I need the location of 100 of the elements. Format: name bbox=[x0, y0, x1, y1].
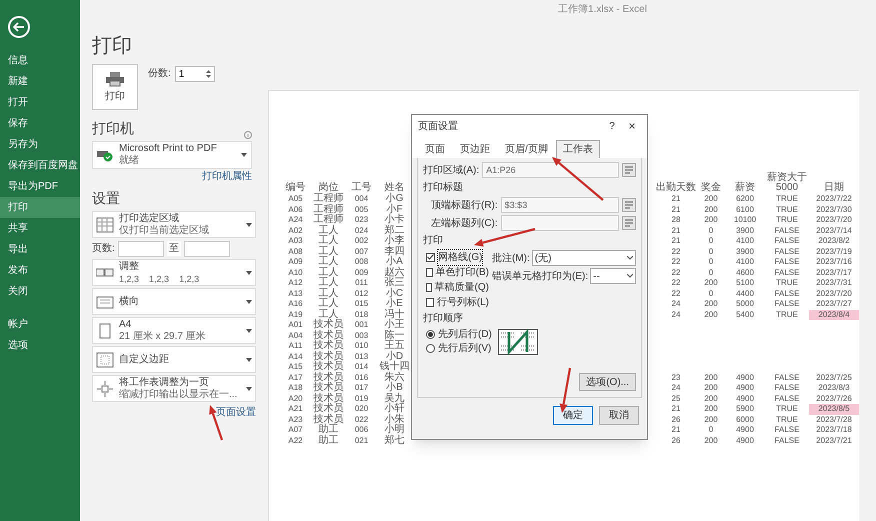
table-cell-text: A11 bbox=[288, 341, 304, 352]
table-cell-text: A14 bbox=[287, 352, 304, 362]
sidebar-item[interactable]: 另存为 bbox=[0, 134, 80, 155]
caret-icon bbox=[246, 270, 252, 274]
margins-icon bbox=[96, 352, 114, 368]
table-cell-text: FALSE bbox=[774, 394, 800, 404]
checkbox[interactable] bbox=[426, 268, 433, 276]
field-label: 顶端标题行(R): bbox=[431, 198, 498, 212]
table-cell-text: 2023/7/25 bbox=[815, 372, 853, 383]
table-cell-text: 小F bbox=[386, 204, 403, 214]
sidebar-item[interactable]: 保存到百度网盘 bbox=[0, 155, 80, 176]
radio-button[interactable] bbox=[426, 330, 435, 339]
table-icon bbox=[96, 216, 114, 232]
select-field[interactable]: -- bbox=[590, 268, 636, 284]
checkbox[interactable] bbox=[426, 282, 432, 292]
option-title: A4 bbox=[119, 318, 132, 330]
table-cell-text: 0 bbox=[708, 425, 714, 436]
settings-dropdown[interactable]: 调整 1,2,3 1,2,3 1,2,3 bbox=[92, 259, 256, 286]
range-field[interactable] bbox=[500, 215, 619, 231]
select-field[interactable]: (无) bbox=[532, 250, 636, 266]
printer-properties-link[interactable]: 打印机属性 bbox=[202, 169, 252, 184]
table-cell-text: 小G bbox=[384, 194, 404, 204]
sidebar-item[interactable]: 打开 bbox=[0, 92, 80, 113]
table-cell-text: 10100 bbox=[732, 215, 758, 226]
settings-dropdown[interactable]: 横向 bbox=[92, 288, 256, 315]
tab[interactable]: 页边距 bbox=[453, 140, 497, 158]
table-cell-text: 22 bbox=[670, 268, 682, 278]
sidebar-item[interactable]: 发布 bbox=[0, 260, 80, 281]
settings-dropdown[interactable]: A4 21 厘米 x 29.7 厘米 bbox=[92, 317, 256, 344]
table-cell-text: 小D bbox=[386, 352, 404, 362]
group-heading: 打印标题 bbox=[423, 180, 463, 195]
chevron-icon bbox=[627, 274, 633, 278]
field-label: 至 bbox=[166, 241, 181, 256]
tab[interactable]: 工作表 bbox=[556, 140, 600, 158]
table-cell-text: 小E bbox=[385, 299, 403, 309]
cancel-button[interactable]: 取消 bbox=[599, 406, 639, 425]
back-button[interactable] bbox=[8, 16, 30, 38]
tab[interactable]: 页面 bbox=[418, 140, 452, 158]
table-cell-text: 王五 bbox=[384, 341, 406, 351]
tab[interactable]: 页眉/页脚 bbox=[498, 140, 555, 158]
help-button[interactable]: ? bbox=[603, 118, 621, 134]
printer-dropdown[interactable]: Microsoft Print to PDF 就绪 bbox=[92, 141, 252, 169]
settings-dropdown[interactable]: 打印选定区域 仅打印当前选定区域 bbox=[92, 211, 256, 238]
table-cell-text: 4900 bbox=[735, 383, 755, 394]
printer-ready-icon bbox=[97, 148, 113, 162]
table-cell-text: TRUE bbox=[775, 414, 799, 425]
option-subtitle: 1,2,3 bbox=[179, 272, 200, 284]
table-cell-text: 4900 bbox=[735, 425, 755, 436]
section-heading: 打印机 bbox=[92, 119, 134, 138]
sidebar-item[interactable]: 保存 bbox=[0, 113, 80, 134]
table-cell-text: 2023/7/31 bbox=[815, 278, 853, 288]
close-button[interactable]: × bbox=[623, 117, 641, 135]
sidebar-item[interactable]: 关闭 bbox=[0, 281, 80, 302]
settings-dropdown[interactable]: 将工作表调整为一页 缩减打印输出以显示在一... bbox=[92, 375, 256, 402]
sidebar-item[interactable]: 导出 bbox=[0, 239, 80, 260]
range-field[interactable]: $3:$3 bbox=[500, 197, 619, 213]
copies-field[interactable]: 1 bbox=[174, 66, 215, 82]
table-cell-text: 21 bbox=[670, 194, 682, 204]
page-from-field[interactable] bbox=[118, 240, 164, 256]
sidebar-item[interactable]: 选项 bbox=[0, 335, 80, 356]
table-cell-text: 2023/7/28 bbox=[815, 414, 853, 425]
column-header: 出勤天数 bbox=[655, 183, 697, 193]
spinner-icon[interactable] bbox=[206, 70, 211, 78]
settings-dropdown[interactable]: 自定义边距 bbox=[92, 346, 256, 373]
checkbox[interactable] bbox=[426, 298, 434, 306]
table-cell-text: 2023/7/14 bbox=[815, 226, 853, 236]
options-button[interactable]: 选项(O)... bbox=[579, 373, 636, 391]
table-cell-text: 工程师 bbox=[312, 215, 344, 225]
table-cell-text: 21 bbox=[670, 226, 682, 236]
caret-icon bbox=[246, 222, 252, 226]
back-arrow-icon bbox=[13, 22, 25, 32]
sidebar-item[interactable]: 打印 bbox=[0, 197, 80, 218]
print-button[interactable]: 打印 bbox=[92, 64, 138, 110]
option-title: 调整 bbox=[119, 260, 140, 272]
caret-icon bbox=[246, 358, 252, 362]
table-cell-text: 小李 bbox=[384, 236, 406, 246]
table-cell-text: A16 bbox=[287, 299, 304, 310]
range-field[interactable]: A1:P26 bbox=[482, 162, 619, 178]
table-cell-text: TRUE bbox=[775, 310, 799, 320]
column-header: 姓名 bbox=[384, 182, 406, 193]
ok-button[interactable]: 确定 bbox=[553, 406, 593, 425]
table-cell-text: 工程师 bbox=[312, 204, 344, 214]
sidebar-item[interactable]: 新建 bbox=[0, 71, 80, 92]
table-cell-text: 3900 bbox=[735, 246, 755, 257]
radio-button[interactable] bbox=[426, 344, 435, 353]
table-cell-text: 6200 bbox=[735, 194, 755, 204]
table-cell-text: 5000 bbox=[735, 299, 755, 310]
table-cell-text: A24 bbox=[287, 215, 304, 226]
checkbox[interactable] bbox=[426, 252, 435, 262]
sidebar-item[interactable]: 信息 bbox=[0, 50, 80, 71]
page-to-field[interactable] bbox=[184, 240, 230, 256]
table-cell-text: 200 bbox=[703, 299, 719, 310]
table-cell-text: 技术员 bbox=[312, 383, 344, 393]
sidebar-item[interactable]: 导出为PDF bbox=[0, 176, 80, 197]
table-cell-text: FALSE bbox=[774, 299, 800, 310]
page-setup-link[interactable]: 页面设置 bbox=[216, 405, 256, 420]
table-cell-text: 工人 bbox=[318, 257, 340, 267]
sidebar-item[interactable]: 共享 bbox=[0, 218, 80, 239]
table-cell-text: 200 bbox=[703, 404, 719, 414]
sidebar-item[interactable]: 帐户 bbox=[0, 314, 80, 335]
